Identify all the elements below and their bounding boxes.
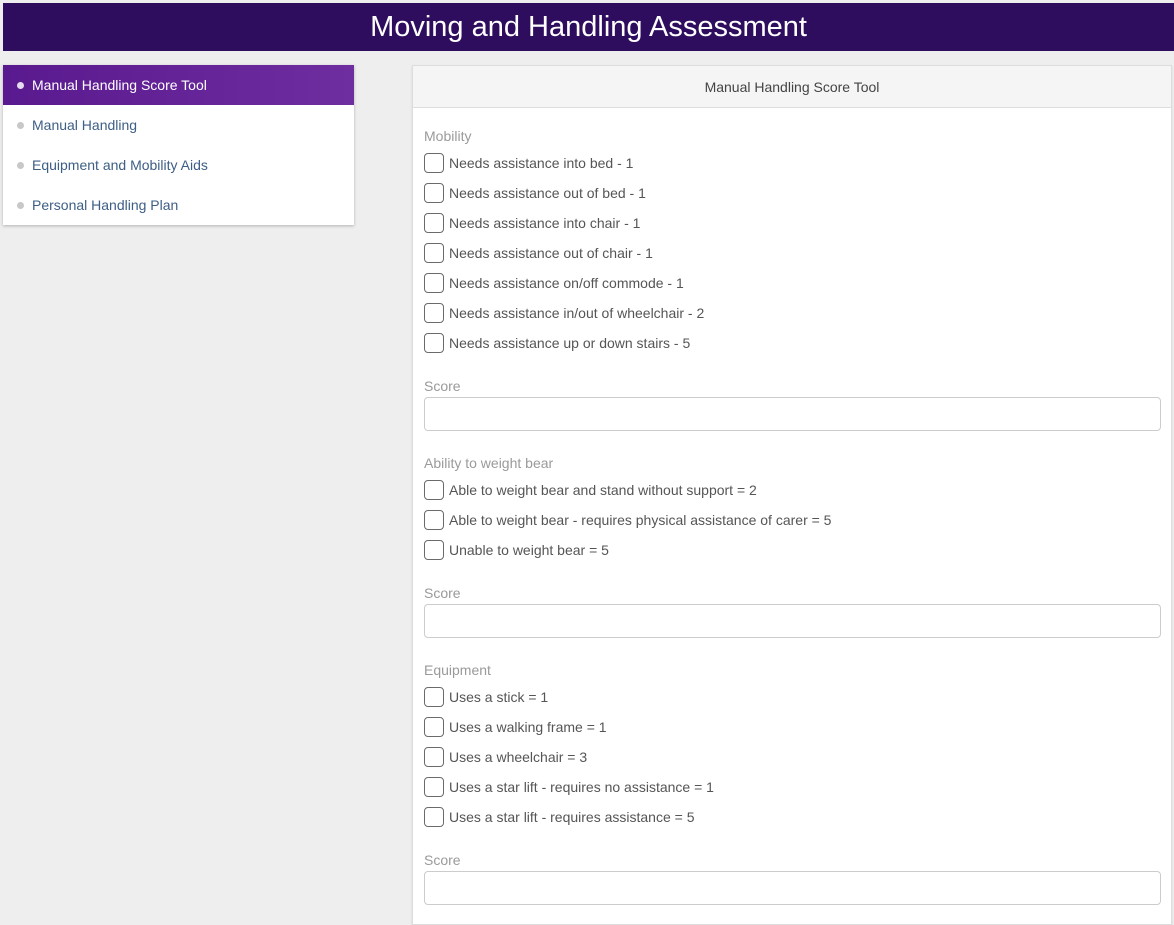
sidebar-item-manual-handling[interactable]: Manual Handling <box>3 105 354 145</box>
checkbox-label: Needs assistance up or down stairs - 5 <box>449 335 691 351</box>
bullet-icon <box>17 161 24 169</box>
checkbox-label: Needs assistance into bed - 1 <box>449 155 634 171</box>
checkbox-label: Needs assistance out of bed - 1 <box>449 185 646 201</box>
checkbox-option[interactable]: Uses a stick = 1 <box>424 682 1160 712</box>
checkbox[interactable] <box>424 807 444 827</box>
panel-body: Mobility Needs assistance into bed - 1 Nee… <box>413 108 1171 905</box>
form-section: Mobility Needs assistance into bed - 1 Nee… <box>424 108 1161 453</box>
sidebar-item-label: Manual Handling Score Tool <box>32 77 207 93</box>
checkbox-label: Uses a star lift - requires no assistanc… <box>449 779 714 795</box>
sidebar-item-equipment-and-mobility-aids[interactable]: Equipment and Mobility Aids <box>3 145 354 185</box>
score-input[interactable] <box>424 604 1161 638</box>
checkbox-option[interactable]: Able to weight bear - requires physical … <box>424 505 1160 535</box>
checkbox[interactable] <box>424 687 444 707</box>
checkbox-option[interactable]: Needs assistance up or down stairs - 5 <box>424 328 1160 358</box>
panel-title: Manual Handling Score Tool <box>704 78 880 95</box>
checkbox[interactable] <box>424 480 444 500</box>
checkbox-option[interactable]: Needs assistance on/off commode - 1 <box>424 268 1160 298</box>
score-label: Score <box>424 585 461 601</box>
checkbox-label: Needs assistance out of chair - 1 <box>449 245 653 261</box>
score-label: Score <box>424 852 461 868</box>
sidebar-item-label: Equipment and Mobility Aids <box>32 157 208 173</box>
panel-header: Manual Handling Score Tool <box>413 66 1171 108</box>
checkbox-label: Able to weight bear - requires physical … <box>449 512 832 528</box>
app-header: Moving and Handling Assessment <box>3 3 1174 51</box>
checkbox[interactable] <box>424 777 444 797</box>
checkbox[interactable] <box>424 333 444 353</box>
checkbox-label: Unable to weight bear = 5 <box>449 542 609 558</box>
checkbox-option[interactable]: Uses a star lift - requires assistance =… <box>424 802 1160 832</box>
checkbox-option[interactable]: Needs assistance out of chair - 1 <box>424 238 1160 268</box>
checkbox-label: Needs assistance on/off commode - 1 <box>449 275 684 291</box>
checkbox[interactable] <box>424 540 444 560</box>
checkbox[interactable] <box>424 183 444 203</box>
bullet-icon <box>17 81 24 89</box>
checkbox-option[interactable]: Needs assistance into chair - 1 <box>424 208 1160 238</box>
sidebar-item-manual-handling-score-tool[interactable]: Manual Handling Score Tool <box>3 65 354 105</box>
checkbox[interactable] <box>424 510 444 530</box>
checkbox[interactable] <box>424 747 444 767</box>
score-input[interactable] <box>424 871 1161 905</box>
checkbox[interactable] <box>424 153 444 173</box>
checkbox-option[interactable]: Able to weight bear and stand without su… <box>424 475 1160 505</box>
checkbox[interactable] <box>424 243 444 263</box>
checkbox[interactable] <box>424 303 444 323</box>
page-title: Moving and Handling Assessment <box>370 10 807 43</box>
score-input[interactable] <box>424 397 1161 431</box>
checkbox-label: Uses a stick = 1 <box>449 689 549 705</box>
checkbox[interactable] <box>424 717 444 737</box>
checkbox-option[interactable]: Uses a star lift - requires no assistanc… <box>424 772 1160 802</box>
checkbox-option[interactable]: Uses a walking frame = 1 <box>424 712 1160 742</box>
section-title: Mobility <box>424 128 472 144</box>
sidebar-item-personal-handling-plan[interactable]: Personal Handling Plan <box>3 185 354 225</box>
checkbox-option[interactable]: Needs assistance out of bed - 1 <box>424 178 1160 208</box>
checkbox-option[interactable]: Uses a wheelchair = 3 <box>424 742 1160 772</box>
checkbox-option[interactable]: Unable to weight bear = 5 <box>424 535 1160 565</box>
checkbox-label: Uses a walking frame = 1 <box>449 719 607 735</box>
checkbox[interactable] <box>424 213 444 233</box>
checkbox[interactable] <box>424 273 444 293</box>
sidebar-nav: Manual Handling Score Tool Manual Handli… <box>3 65 354 225</box>
checkbox-label: Able to weight bear and stand without su… <box>449 482 757 498</box>
checkbox-label: Uses a star lift - requires assistance =… <box>449 809 695 825</box>
checkbox-label: Needs assistance into chair - 1 <box>449 215 641 231</box>
score-label: Score <box>424 378 461 394</box>
bullet-icon <box>17 201 24 209</box>
checkbox-label: Uses a wheelchair = 3 <box>449 749 588 765</box>
checkbox-option[interactable]: Needs assistance in/out of wheelchair - … <box>424 298 1160 328</box>
bullet-icon <box>17 121 24 129</box>
form-section: Ability to weight bear Able to weight bea… <box>424 453 1161 660</box>
sidebar-item-label: Manual Handling <box>32 117 138 133</box>
form-section: Equipment Uses a stick = 1 Uses a walking … <box>424 660 1161 905</box>
score-tool-panel: Manual Handling Score Tool Mobility Needs… <box>412 65 1172 925</box>
section-title: Ability to weight bear <box>424 455 554 471</box>
section-title: Equipment <box>424 662 491 678</box>
checkbox-label: Needs assistance in/out of wheelchair - … <box>449 305 705 321</box>
checkbox-option[interactable]: Needs assistance into bed - 1 <box>424 148 1160 178</box>
sidebar-item-label: Personal Handling Plan <box>32 197 179 213</box>
